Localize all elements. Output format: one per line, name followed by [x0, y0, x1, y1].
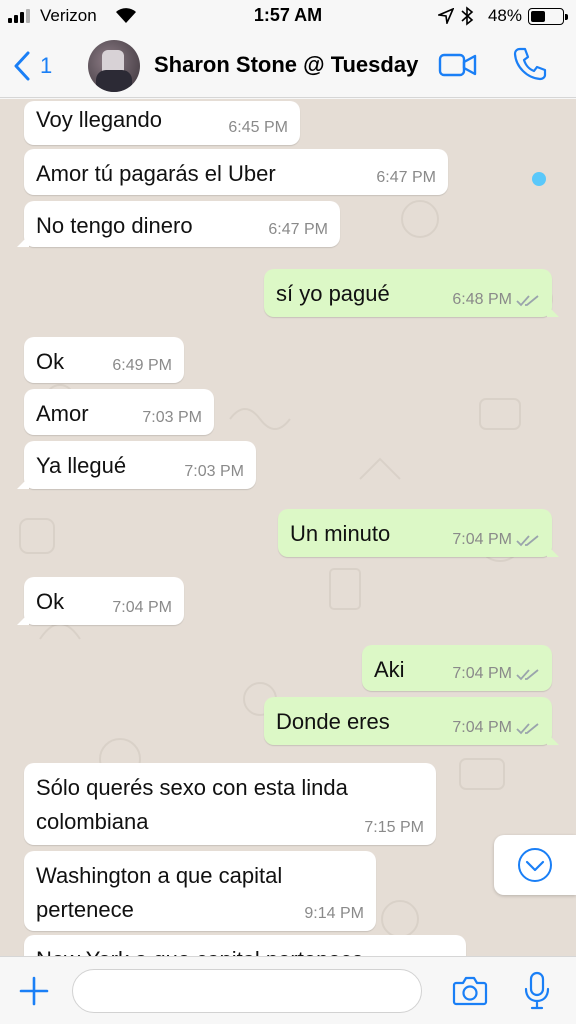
message-text: Voy llegando	[36, 107, 162, 132]
contact-avatar[interactable]	[88, 40, 140, 92]
status-bar: Verizon 1:57 AM 48%	[0, 0, 576, 34]
bluetooth-icon	[461, 6, 474, 26]
message-time: 7:04 PM	[452, 665, 512, 682]
message-time: 7:04 PM	[112, 599, 172, 616]
read-ticks-icon	[516, 669, 539, 681]
message-time: 7:04 PM	[452, 719, 512, 736]
message-text: Ya llegué	[36, 453, 127, 478]
message-text: Amor tú pagarás el Uber	[36, 161, 276, 186]
video-call-icon[interactable]	[438, 52, 478, 78]
message-bubble[interactable]: Amor tú pagarás el Uber 6:47 PM	[24, 149, 448, 195]
camera-icon[interactable]	[452, 975, 488, 1007]
message-time: 7:03 PM	[142, 409, 202, 426]
read-ticks-icon	[516, 535, 539, 547]
message-time: 6:48 PM	[452, 291, 512, 308]
message-time: 7:03 PM	[184, 463, 244, 480]
back-button[interactable]: 1	[12, 48, 52, 84]
unread-count: 1	[40, 53, 53, 78]
message-input[interactable]	[72, 969, 422, 1013]
message-text: sí yo pagué	[276, 281, 390, 306]
scroll-to-bottom-button[interactable]	[494, 835, 576, 895]
message-bubble[interactable]: Voy llegando 6:45 PM	[24, 101, 300, 145]
plus-icon[interactable]	[18, 975, 50, 1007]
message-time: 6:47 PM	[376, 169, 436, 186]
message-text: Ok	[36, 589, 65, 614]
message-text: No tengo dinero	[36, 213, 193, 238]
message-bubble[interactable]: Ok 7:04 PM	[17, 577, 184, 625]
read-ticks-icon	[516, 295, 539, 307]
microphone-icon[interactable]	[524, 971, 550, 1011]
message-bubble[interactable]: sí yo pagué 6:48 PM	[264, 269, 559, 317]
message-bubble[interactable]: New York a que capital pertenece	[24, 935, 466, 956]
message-bubble[interactable]: Aki 7:04 PM	[362, 645, 552, 691]
message-bubble[interactable]: No tengo dinero 6:47 PM	[17, 201, 340, 247]
message-time: 7:15 PM	[364, 819, 424, 836]
message-time: 6:49 PM	[112, 357, 172, 374]
phone-call-icon[interactable]	[512, 46, 548, 82]
message-bubble[interactable]: Amor 7:03 PM	[24, 389, 214, 435]
unread-indicator	[532, 172, 546, 186]
chevron-down-icon	[518, 848, 552, 882]
message-time: 7:04 PM	[452, 531, 512, 548]
chat-thread[interactable]: Voy llegando 6:45 PM Amor tú pagarás el …	[0, 99, 576, 956]
message-bubble[interactable]: Washington a que capital pertenece 9:14 …	[24, 851, 376, 931]
chat-header: 1 Sharon Stone @ Tuesday	[0, 34, 576, 98]
message-bubble[interactable]: Ok 6:49 PM	[24, 337, 184, 383]
contact-name[interactable]: Sharon Stone @ Tuesday	[154, 52, 426, 78]
message-time: 6:45 PM	[228, 119, 288, 136]
location-arrow-icon	[438, 8, 454, 24]
back-chevron-icon	[14, 51, 30, 81]
message-bubble[interactable]: Donde eres 7:04 PM	[264, 697, 559, 745]
message-text: Ok	[36, 349, 65, 374]
message-time: 6:47 PM	[268, 221, 328, 238]
message-text: Amor	[36, 401, 89, 426]
message-bubble[interactable]: Un minuto 7:04 PM	[278, 509, 559, 557]
message-text: Donde eres	[276, 709, 390, 734]
message-time: 9:14 PM	[304, 905, 364, 922]
message-input-bar	[0, 956, 576, 1024]
message-bubble[interactable]: Sólo querés sexo con esta linda colombia…	[24, 763, 436, 845]
battery-percentage: 48%	[487, 6, 522, 25]
message-text: Un minuto	[290, 521, 391, 546]
message-text: New York a que capital pertenece	[36, 943, 364, 956]
message-bubble[interactable]: Ya llegué 7:03 PM	[17, 441, 256, 489]
read-ticks-icon	[516, 723, 539, 735]
message-text: Aki	[374, 657, 405, 682]
battery-icon	[528, 8, 568, 25]
